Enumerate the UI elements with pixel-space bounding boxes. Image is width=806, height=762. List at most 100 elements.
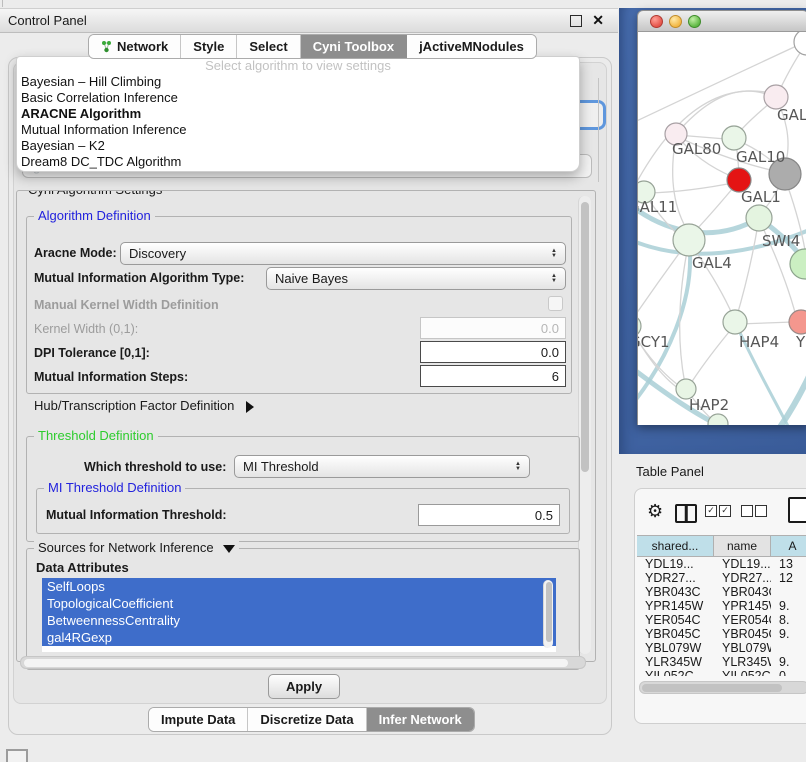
table-cell: YIL052C: [637, 669, 714, 676]
table-row[interactable]: YLR345WYLR345W9.: [637, 655, 806, 669]
network-edge[interactable]: [648, 182, 738, 193]
cyni-settings-title: Cyni Algorithm Settings: [24, 190, 166, 197]
mi-threshold-field[interactable]: 0.5: [418, 504, 560, 526]
checked-box-icon[interactable]: ✓: [705, 505, 717, 517]
dock-panel-icon[interactable]: [6, 749, 28, 762]
attribute-item[interactable]: gal4RGexp: [42, 629, 556, 646]
network-canvas[interactable]: GALGAL80GAL10GAL1GAL11SWI4GAL4GCY1HAP4YH…: [637, 32, 806, 425]
aracne-mode-combo[interactable]: Discovery ▲▼: [120, 242, 566, 265]
node-swi4[interactable]: [746, 205, 772, 231]
unchecked-box-icon[interactable]: [755, 505, 767, 517]
mi-type-label: Mutual Information Algorithm Type:: [34, 271, 244, 285]
algorithm-option[interactable]: Bayesian – K2: [17, 138, 579, 154]
manual-kernel-checkbox[interactable]: [548, 296, 563, 311]
network-edge[interactable]: [638, 244, 686, 320]
table-row[interactable]: YBL079WYBL079W: [637, 641, 806, 655]
table-cell: YBR045C: [714, 627, 771, 641]
stepper-icon: ▲▼: [551, 274, 557, 284]
table-hscrollbar[interactable]: [639, 681, 806, 694]
table-row[interactable]: YIL052CYIL052C0.: [637, 669, 806, 676]
column-header[interactable]: name: [714, 536, 771, 556]
tab-cyni-toolbox[interactable]: Cyni Toolbox: [301, 35, 407, 58]
aracne-mode-label: Aracne Mode:: [34, 246, 117, 260]
columns-icon[interactable]: [675, 504, 697, 523]
algorithm-option[interactable]: Dream8 DC_TDC Algorithm: [17, 154, 579, 170]
column-header[interactable]: A: [771, 536, 806, 556]
table-cell: YBR045C: [637, 627, 714, 641]
table-panel: Table Panel ⚙ ✓ ✓ shared...nameA YDL19..…: [619, 454, 806, 762]
panel-title: Control Panel: [0, 13, 570, 28]
node-gal10[interactable]: [722, 126, 746, 150]
checked-box-icon[interactable]: ✓: [719, 505, 731, 517]
node-label: GCY1: [638, 333, 670, 351]
table-cell: [771, 585, 806, 599]
table-row[interactable]: YDR27...YDR27...12: [637, 571, 806, 585]
attribute-item[interactable]: TopologicalCoefficient: [42, 595, 556, 612]
hub-definition-toggle[interactable]: Hub/Transcription Factor Definition: [34, 398, 254, 413]
table-panel-title: Table Panel: [636, 464, 704, 479]
data-attributes-label: Data Attributes: [36, 560, 129, 575]
minimize-traffic-light[interactable]: [669, 15, 682, 28]
mi-steps-field[interactable]: 6: [420, 365, 566, 387]
table-row[interactable]: YBR045CYBR045C9.: [637, 627, 806, 641]
algorithm-option[interactable]: Bayesian – Hill Climbing: [17, 74, 579, 90]
table-cell: YBR043C: [714, 585, 771, 599]
node-label: GAL4: [692, 254, 732, 272]
node-green-right[interactable]: [790, 249, 806, 279]
which-threshold-combo[interactable]: MI Threshold ▲▼: [234, 455, 530, 478]
network-edge[interactable]: [736, 224, 758, 319]
algorithm-option[interactable]: ARACNE Algorithm: [17, 106, 579, 122]
network-window-titlebar[interactable]: [637, 10, 806, 32]
attribute-item[interactable]: BetweennessCentrality: [42, 612, 556, 629]
float-icon[interactable]: [570, 15, 582, 27]
node-label: HAP4: [739, 333, 779, 351]
node-hap4[interactable]: [723, 310, 747, 334]
table-row[interactable]: YER054CYER054C8.: [637, 613, 806, 627]
sources-title-row[interactable]: Sources for Network Inference: [34, 540, 239, 555]
apply-button[interactable]: Apply: [268, 674, 340, 699]
table-cell: 9.: [771, 655, 806, 669]
tab-discretize-data[interactable]: Discretize Data: [248, 708, 366, 731]
column-header[interactable]: shared...: [637, 536, 714, 556]
algorithm-option[interactable]: Basic Correlation Inference: [17, 90, 579, 106]
table-body: YDL19...YDL19...13YDR27...YDR27...12YBR0…: [637, 557, 806, 676]
threshold-definition-title: Threshold Definition: [34, 428, 158, 443]
gear-icon[interactable]: ⚙: [647, 501, 663, 522]
which-threshold-value: MI Threshold: [243, 459, 515, 474]
node-gal4[interactable]: [673, 224, 705, 256]
table-row[interactable]: YBR043CYBR043C: [637, 585, 806, 599]
algorithm-option[interactable]: Mutual Information Inference: [17, 122, 579, 138]
table-cell: 12: [771, 571, 806, 585]
tab-jactivemnodules[interactable]: jActiveMNodules: [407, 35, 536, 58]
tab-infer-network[interactable]: Infer Network: [367, 708, 474, 731]
table-cell: YPR145W: [714, 599, 771, 613]
unchecked-box-icon[interactable]: [741, 505, 753, 517]
attribute-item[interactable]: SelfLoops: [42, 578, 556, 595]
node-top-partial[interactable]: [794, 32, 806, 55]
table-row[interactable]: YDL19...YDL19...13: [637, 557, 806, 571]
manual-kernel-label: Manual Kernel Width Definition: [34, 298, 219, 312]
table-cell: 0.: [771, 669, 806, 676]
node-salmon[interactable]: [789, 310, 806, 334]
table-row[interactable]: YPR145WYPR145W9.: [637, 599, 806, 613]
tab-network[interactable]: Network: [89, 35, 181, 58]
control-panel-tabbar: NetworkStyleSelectCyni ToolboxjActiveMNo…: [88, 34, 537, 59]
algorithm-dropdown-prompt: Select algorithm to view settings: [17, 57, 579, 74]
node-bottom-partial[interactable]: [708, 414, 728, 425]
network-edge[interactable]: [691, 326, 734, 383]
network-graph: GALGAL80GAL10GAL1GAL11SWI4GAL4GCY1HAP4YH…: [638, 32, 806, 425]
attributes-scrollbar[interactable]: [543, 580, 553, 648]
mi-type-combo[interactable]: Naive Bayes ▲▼: [266, 267, 566, 290]
close-icon[interactable]: ✕: [592, 12, 604, 29]
close-traffic-light[interactable]: [650, 15, 663, 28]
new-table-icon[interactable]: [788, 497, 806, 523]
zoom-traffic-light[interactable]: [688, 15, 701, 28]
settings-hscrollbar[interactable]: [20, 656, 586, 669]
table-cell: YDR27...: [714, 571, 771, 585]
tab-style[interactable]: Style: [181, 35, 237, 58]
tab-select[interactable]: Select: [237, 35, 300, 58]
dpi-tolerance-field[interactable]: 0.0: [420, 341, 566, 363]
data-attributes-list[interactable]: SelfLoopsTopologicalCoefficientBetweenne…: [42, 578, 556, 652]
tab-impute-data[interactable]: Impute Data: [149, 708, 248, 731]
mi-steps-label: Mutual Information Steps:: [34, 370, 188, 384]
